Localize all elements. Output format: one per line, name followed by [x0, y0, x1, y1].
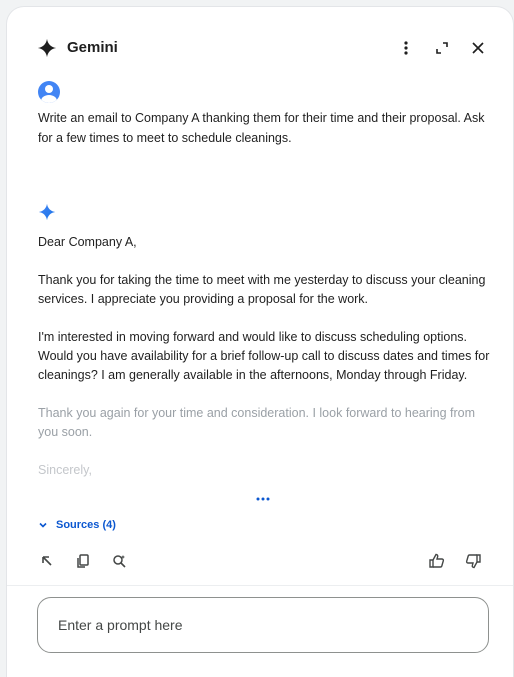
- copy-button[interactable]: [73, 551, 93, 571]
- refine-search-button[interactable]: [109, 551, 129, 571]
- more-options-button[interactable]: [394, 36, 418, 60]
- response-paragraph: Thank you for taking the time to meet wi…: [38, 273, 486, 306]
- sources-toggle[interactable]: Sources (4): [38, 519, 116, 531]
- response-paragraph: Thank you again for your time and consid…: [38, 406, 476, 439]
- prompt-box[interactable]: [37, 597, 489, 653]
- user-message: Write an email to Company A thanking the…: [38, 111, 485, 145]
- more-vert-icon: [404, 41, 408, 55]
- divider: [7, 585, 513, 586]
- chevron-down-icon: [39, 522, 47, 528]
- prompt-input[interactable]: [38, 598, 488, 652]
- response-closing: Sincerely,: [38, 463, 92, 477]
- user-avatar: [38, 81, 60, 103]
- insert-icon: [42, 556, 52, 566]
- thumbs-up-icon: [429, 553, 445, 568]
- expand-icon: [436, 42, 448, 54]
- panel-title: Gemini: [67, 39, 118, 56]
- response-text: Dear Company A, Thank you for taking the…: [38, 233, 498, 499]
- thumbs-down-button[interactable]: [463, 551, 483, 571]
- panel-header: Gemini: [7, 7, 513, 87]
- gemini-response-icon: [38, 203, 56, 221]
- response-greeting: Dear Company A,: [38, 235, 137, 249]
- expand-button[interactable]: [430, 36, 454, 60]
- close-icon: [472, 42, 484, 54]
- thumbs-up-button[interactable]: [427, 551, 447, 571]
- sources-label: Sources (4): [56, 519, 116, 531]
- search-refine-icon: [113, 555, 126, 568]
- insert-button[interactable]: [37, 551, 57, 571]
- response-paragraph: I'm interested in moving forward and wou…: [38, 330, 490, 382]
- thumbs-down-icon: [465, 554, 481, 569]
- gemini-spark-icon: [37, 38, 57, 58]
- close-button[interactable]: [466, 36, 490, 60]
- copy-icon: [77, 554, 89, 568]
- gemini-side-panel: Gemini Write an email to Company A thank…: [6, 6, 514, 677]
- show-more-icon[interactable]: [255, 494, 271, 504]
